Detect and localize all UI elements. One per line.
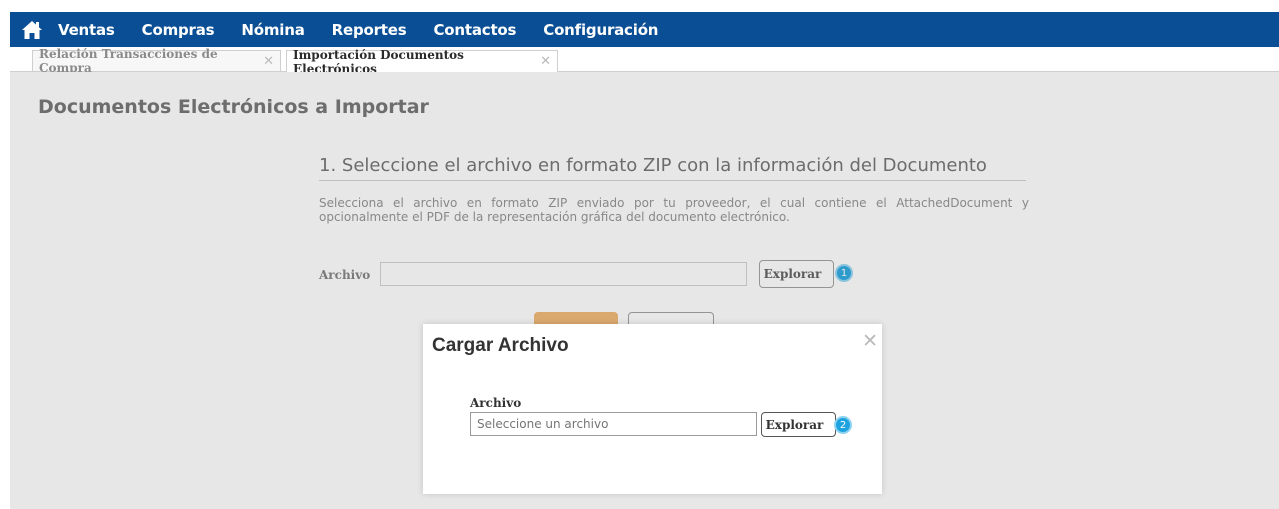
modal-file-label: Archivo <box>470 396 522 410</box>
close-tab-icon[interactable]: ✕ <box>263 54 274 69</box>
close-icon[interactable]: ✕ <box>862 330 878 352</box>
nav-contactos[interactable]: Contactos <box>433 21 516 39</box>
modal-title: Cargar Archivo <box>432 335 569 356</box>
tab-label: Relación Transacciones de Compra <box>39 47 218 75</box>
nav-compras[interactable]: Compras <box>142 21 215 39</box>
modal-file-input[interactable] <box>470 412 757 436</box>
modal-browse-label: Explorar <box>765 417 824 432</box>
tab-relacion-transacciones[interactable]: Relación Transacciones de Compra ✕ <box>32 47 281 75</box>
close-tab-icon[interactable]: ✕ <box>540 54 551 69</box>
home-icon[interactable] <box>10 12 54 47</box>
upload-modal: Cargar Archivo ✕ Archivo Explorar 2 <box>423 324 882 494</box>
tab-importacion-documentos[interactable]: Importación Documentos Electrónicos ✕ <box>286 48 558 76</box>
nav-configuracion[interactable]: Configuración <box>543 21 658 39</box>
tab-bar: Relación Transacciones de Compra ✕ Impor… <box>10 47 1279 76</box>
nav-ventas[interactable]: Ventas <box>58 21 115 39</box>
nav-reportes[interactable]: Reportes <box>332 21 407 39</box>
step-badge-2: 2 <box>834 416 852 434</box>
modal-browse-button[interactable]: Explorar <box>761 412 836 437</box>
nav-nomina[interactable]: Nómina <box>241 21 304 39</box>
top-navbar: Ventas Compras Nómina Reportes Contactos… <box>10 12 1279 47</box>
